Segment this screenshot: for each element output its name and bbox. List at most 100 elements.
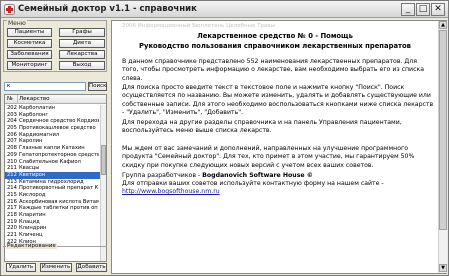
list-item-name: Кардиомагнил bbox=[19, 131, 60, 138]
contact-link-line: http://www.bogsofthouse.nm.ru bbox=[122, 188, 434, 196]
scroll-down-arrow-icon[interactable]: ▼ bbox=[439, 264, 447, 272]
column-number-header[interactable]: № bbox=[7, 96, 13, 102]
list-item-name: Кетамина гидрохлорид bbox=[19, 178, 84, 185]
edit-group-label: Редактирование bbox=[6, 243, 57, 249]
list-rows: 202 Карбоплатин 203 Карболонг 204 Сердечное с… bbox=[5, 105, 100, 252]
paragraph-navigation: Для перехода на другие разделы справочни… bbox=[122, 119, 402, 135]
column-separator bbox=[17, 95, 18, 104]
list-item-name: Гепатопротекторное средство bbox=[19, 151, 99, 158]
medicine-title: Лекарственное средство № 0 - Помощь bbox=[197, 32, 353, 40]
list-item[interactable]: 210 Слабительное Кафиол bbox=[5, 159, 100, 166]
list-item[interactable]: 209 Гепатопротекторное средство bbox=[5, 152, 100, 159]
app-icon bbox=[4, 4, 15, 15]
content-scrollbar[interactable]: ▲ ▼ bbox=[438, 21, 447, 273]
list-item-number: 212 bbox=[7, 171, 17, 178]
guide-title: Руководство пользования справочником лек… bbox=[139, 42, 411, 50]
list-item[interactable]: 219 Клацид bbox=[5, 219, 100, 226]
minimize-button[interactable]: _ bbox=[401, 3, 415, 16]
window-title: Семейный доктор v1.1 - справочник bbox=[18, 4, 197, 14]
diet-button[interactable]: Диета bbox=[59, 39, 105, 48]
exit-button[interactable]: Выход bbox=[59, 61, 105, 70]
list-item[interactable]: 206 Кардиомагнил bbox=[5, 132, 100, 139]
list-item-number: 218 bbox=[7, 212, 17, 218]
list-item-name: Каролин bbox=[19, 138, 43, 145]
medicine-button[interactable]: Лекарства bbox=[59, 50, 105, 59]
list-item[interactable]: 214 Противорвотный препарат К bbox=[5, 185, 100, 192]
list-item[interactable]: 215 Кислород bbox=[5, 192, 100, 199]
list-item-number: 203 bbox=[7, 111, 17, 118]
list-item-number: 219 bbox=[7, 218, 17, 225]
list-item-name: Кислород bbox=[19, 191, 46, 198]
app-window: Семейный доктор v1.1 - справочник _ □ ✕ … bbox=[0, 0, 449, 276]
list-item-number: 217 bbox=[7, 205, 17, 212]
list-item[interactable]: 213 Кетамина гидрохлорид bbox=[5, 179, 100, 186]
medicine-description-panel: 2006 Информационный Бюллетень Целебные Т… bbox=[111, 20, 447, 274]
list-scroll-thumb[interactable] bbox=[101, 145, 106, 175]
list-item-name: Кветирон bbox=[19, 171, 46, 178]
list-item-name: Клиндрин bbox=[19, 225, 47, 232]
add-button[interactable]: Добавить bbox=[76, 263, 107, 272]
faded-header: 2006 Информационный Бюллетень Целебные Т… bbox=[122, 23, 275, 29]
list-item[interactable]: 220 Клиндрин bbox=[5, 225, 100, 232]
list-item-number: 206 bbox=[7, 131, 17, 138]
list-item[interactable]: 212 Кветирон bbox=[5, 171, 100, 179]
column-name-header[interactable]: Лекарство bbox=[19, 96, 50, 102]
list-scrollbar[interactable] bbox=[100, 105, 106, 261]
list-item-number: 216 bbox=[7, 198, 17, 205]
paragraph-intro: В данном справочнике представлено 552 на… bbox=[122, 58, 425, 82]
delete-button[interactable]: Удалить bbox=[6, 263, 36, 272]
list-item-name: Клацид bbox=[19, 218, 40, 225]
list-item-number: 214 bbox=[7, 185, 17, 192]
menu-group-label: Меню bbox=[7, 20, 27, 27]
list-item[interactable]: 204 Сердечное средство Кордиова bbox=[5, 118, 100, 125]
patients-button[interactable]: Пациенты bbox=[7, 28, 52, 37]
website-link[interactable]: http://www.bogsofthouse.nm.ru bbox=[122, 188, 220, 195]
list-item-number: 207 bbox=[7, 138, 17, 145]
list-item-name: Карболонг bbox=[19, 111, 49, 118]
list-item-number: 204 bbox=[7, 118, 17, 125]
list-header: № Лекарство bbox=[5, 95, 106, 104]
list-item-name: Кларитин bbox=[19, 212, 46, 218]
paragraph-feedback: Мы ждем от вас замечаний и дополнений, н… bbox=[122, 145, 415, 169]
cosmetics-button[interactable]: Косметика bbox=[7, 39, 52, 48]
list-item-name: Каждые таблетки против оп bbox=[19, 205, 98, 212]
list-item-number: 215 bbox=[7, 191, 17, 198]
list-item-number: 213 bbox=[7, 178, 17, 185]
edit-button[interactable]: Изменить bbox=[40, 263, 72, 272]
list-item-name: Слабительное Кафиол bbox=[19, 158, 81, 165]
list-item-name: Сердечное средство Кордиова bbox=[19, 118, 99, 125]
list-item[interactable]: 211 Квасцы bbox=[5, 165, 100, 172]
list-item[interactable]: 203 Карболонг bbox=[5, 112, 100, 119]
left-panel: Меню Пациенты Графы Косметика Диета Забо… bbox=[3, 20, 107, 274]
list-item[interactable]: 207 Каролин bbox=[5, 138, 100, 145]
content-scroll-thumb[interactable] bbox=[439, 30, 447, 230]
list-item-name: Кличенц bbox=[19, 232, 43, 239]
diseases-button[interactable]: Заболевания bbox=[7, 50, 52, 59]
list-item[interactable]: 218 Кларитин bbox=[5, 212, 100, 219]
scroll-up-arrow-icon[interactable]: ▲ bbox=[439, 21, 447, 29]
list-item[interactable]: 202 Карбоплатин bbox=[5, 105, 100, 112]
list-item-name: Аскорбиновая кислота Витам bbox=[19, 198, 99, 205]
list-item[interactable]: 216 Аскорбиновая кислота Витам bbox=[5, 199, 100, 206]
search-input[interactable]: к bbox=[4, 82, 86, 91]
search-button[interactable]: Поиск bbox=[88, 82, 107, 91]
list-item-number: 220 bbox=[7, 225, 17, 232]
maximize-button[interactable]: □ bbox=[416, 3, 430, 16]
graphs-button[interactable]: Графы bbox=[59, 28, 105, 37]
edit-group: Редактирование Удалить Изменить Добавить bbox=[3, 243, 107, 273]
list-item[interactable]: 221 Кличенц bbox=[5, 232, 100, 239]
title-bar[interactable]: Семейный доктор v1.1 - справочник _ □ ✕ bbox=[1, 1, 448, 18]
medicine-list[interactable]: № Лекарство 202 Карбоплатин 203 Карболонг 20… bbox=[4, 94, 107, 262]
list-item-name: Противорвотный препарат К bbox=[19, 185, 99, 192]
list-item[interactable]: 217 Каждые таблетки против оп bbox=[5, 205, 100, 212]
close-button[interactable]: ✕ bbox=[431, 3, 445, 16]
list-item-number: 205 bbox=[7, 125, 17, 132]
monitoring-button[interactable]: Мониторинг bbox=[7, 61, 52, 70]
list-item[interactable]: 205 Противокашлевое средство bbox=[5, 125, 100, 132]
list-item[interactable]: 208 Глазные капли Катахин bbox=[5, 145, 100, 152]
list-item-name: Глазные капли Катахин bbox=[19, 145, 85, 152]
developers-prefix: Группа разработчиков - bbox=[122, 172, 203, 179]
list-item-number: 209 bbox=[7, 151, 17, 158]
list-item-name: Карбоплатин bbox=[19, 105, 56, 111]
list-item-number: 208 bbox=[7, 145, 17, 152]
